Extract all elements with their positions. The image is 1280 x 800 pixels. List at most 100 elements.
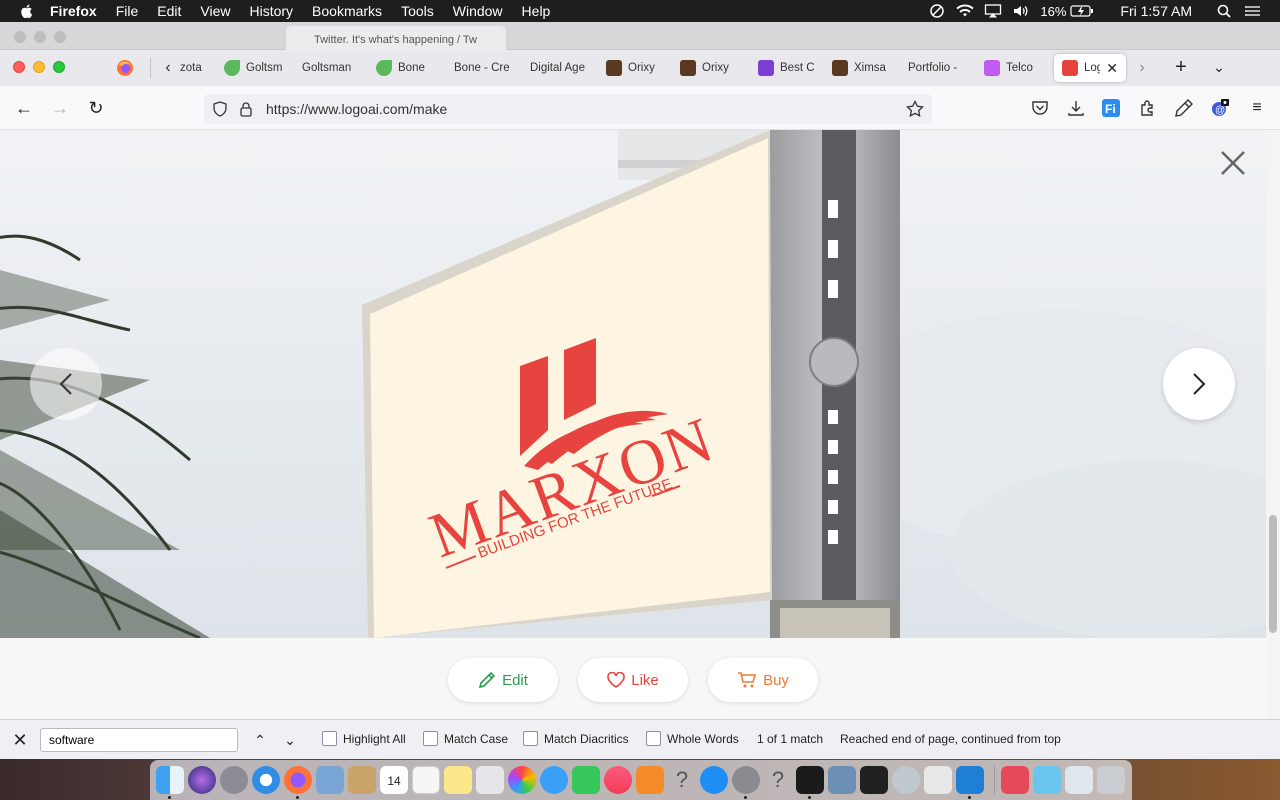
tab-8[interactable]: Best C	[758, 54, 820, 82]
close-viewer-icon[interactable]	[1218, 148, 1248, 178]
scrollbar-thumb[interactable]	[1269, 515, 1277, 633]
siri-icon[interactable]	[188, 766, 216, 794]
tab-active[interactable]: Log ✕	[1054, 54, 1126, 82]
highlight-all-checkbox[interactable]: Highlight All	[322, 731, 406, 746]
reload-icon[interactable]: ↻	[84, 96, 108, 120]
volume-icon[interactable]	[1012, 4, 1030, 18]
disk-utility-icon[interactable]	[892, 766, 920, 794]
tab-3[interactable]: Bone	[376, 54, 440, 82]
vscode-icon[interactable]	[956, 766, 984, 799]
unknown-app-question-icon[interactable]: ?	[668, 766, 696, 794]
photos-icon[interactable]	[508, 766, 536, 794]
preview-icon[interactable]	[316, 766, 344, 794]
menu-clock[interactable]: Fri 1:57 AM	[1120, 3, 1192, 19]
previous-slide-button[interactable]	[30, 348, 102, 420]
tab-9[interactable]: Ximsa	[832, 54, 892, 82]
bookmark-star-icon[interactable]	[906, 100, 924, 118]
lock-icon[interactable]	[238, 101, 254, 117]
tab-0[interactable]: zota	[180, 54, 204, 82]
notes-icon[interactable]	[444, 766, 472, 794]
trash-icon[interactable]	[1097, 766, 1125, 794]
eyedropper-icon[interactable]	[1174, 98, 1194, 118]
menu-file[interactable]: File	[116, 3, 139, 19]
account-extension-icon[interactable]: @	[1210, 98, 1230, 118]
app-store-icon[interactable]	[700, 766, 728, 794]
find-input[interactable]	[40, 728, 238, 752]
like-button[interactable]: Like	[578, 658, 688, 702]
forward-arrow-icon[interactable]: →	[48, 96, 72, 120]
match-case-checkbox[interactable]: Match Case	[423, 731, 508, 746]
downloads-icon[interactable]	[1066, 98, 1086, 118]
menu-help[interactable]: Help	[522, 3, 551, 19]
tab-1[interactable]: Goltsm	[224, 54, 286, 82]
extensions-puzzle-icon[interactable]	[1138, 98, 1158, 118]
tab-5[interactable]: Digital Age	[530, 54, 602, 82]
close-window-button[interactable]	[13, 61, 25, 73]
page-scrollbar[interactable]	[1266, 130, 1280, 719]
menu-view[interactable]: View	[200, 3, 230, 19]
control-center-icon[interactable]	[1244, 4, 1262, 18]
minimize-window-button[interactable]	[33, 61, 45, 73]
background-window-tab[interactable]: Twitter. It's what's happening / Tw	[286, 26, 506, 50]
wifi-icon[interactable]	[956, 4, 974, 18]
hamburger-menu-icon[interactable]: ≡	[1245, 96, 1269, 120]
tab-2[interactable]: Goltsman	[302, 54, 372, 82]
back-arrow-icon[interactable]: ←	[12, 96, 36, 120]
buy-button[interactable]: Buy	[708, 658, 818, 702]
menu-history[interactable]: History	[249, 3, 293, 19]
books-icon[interactable]	[636, 766, 664, 794]
apple-menu-icon[interactable]	[18, 2, 36, 20]
tab-11[interactable]: Telco	[984, 54, 1044, 82]
launchpad-icon[interactable]	[220, 766, 248, 794]
new-tab-icon[interactable]: +	[1170, 56, 1192, 78]
url-bar[interactable]: https://www.logoai.com/make	[204, 94, 932, 124]
music-icon[interactable]	[604, 766, 632, 794]
firefox-view-icon[interactable]	[116, 59, 134, 77]
firefox-dock-icon[interactable]	[284, 766, 312, 799]
match-diacritics-checkbox[interactable]: Match Diacritics	[523, 731, 629, 746]
tab-4[interactable]: Bone - Cre	[454, 54, 524, 82]
pocket-icon[interactable]	[1030, 98, 1050, 118]
spotlight-search-icon[interactable]	[1216, 4, 1234, 18]
calendar-icon[interactable]: 14	[380, 766, 408, 794]
tab-6[interactable]: Orixy	[606, 54, 666, 82]
finder-icon[interactable]	[156, 766, 184, 799]
tab-scroll-right-icon[interactable]: ›	[1134, 58, 1150, 78]
photo-booth-icon[interactable]	[476, 766, 504, 794]
tab-7[interactable]: Orixy	[680, 54, 740, 82]
extension-fi-icon[interactable]: Fi	[1101, 98, 1121, 118]
safari-icon[interactable]	[252, 766, 280, 794]
tab-scroll-left-icon[interactable]: ‹	[160, 58, 176, 78]
find-previous-chevron-up-icon[interactable]: ⌃	[250, 730, 270, 750]
database-app-icon[interactable]	[1001, 766, 1029, 794]
unknown-app-question-icon-2[interactable]: ?	[764, 766, 792, 794]
tracking-protection-shield-icon[interactable]	[212, 101, 228, 117]
menu-bookmarks[interactable]: Bookmarks	[312, 3, 382, 19]
messages-icon[interactable]	[540, 766, 568, 794]
documents-stack-icon[interactable]	[1065, 766, 1093, 794]
close-findbar-icon[interactable]: ✕	[10, 730, 30, 750]
menu-edit[interactable]: Edit	[157, 3, 181, 19]
terminal-icon[interactable]	[796, 766, 824, 799]
url-text[interactable]: https://www.logoai.com/make	[266, 101, 447, 117]
downloads-folder-icon[interactable]	[1033, 766, 1061, 794]
contacts-icon[interactable]	[348, 766, 376, 794]
battery-icon[interactable]	[1070, 4, 1094, 18]
next-slide-button[interactable]	[1163, 348, 1235, 420]
tab-10[interactable]: Portfolio -	[908, 54, 974, 82]
find-next-chevron-down-icon[interactable]: ⌄	[280, 730, 300, 750]
menu-tools[interactable]: Tools	[401, 3, 434, 19]
airplay-icon[interactable]	[984, 4, 1002, 18]
facetime-icon[interactable]	[572, 766, 600, 794]
activity-monitor-icon[interactable]	[860, 766, 888, 794]
reminders-icon[interactable]	[412, 766, 440, 794]
menu-window[interactable]: Window	[453, 3, 503, 19]
close-tab-icon[interactable]: ✕	[1106, 60, 1118, 77]
list-all-tabs-icon[interactable]: ⌄	[1208, 56, 1230, 78]
menu-app-name[interactable]: Firefox	[50, 3, 97, 19]
textedit-icon[interactable]	[924, 766, 952, 794]
whole-words-checkbox[interactable]: Whole Words	[646, 731, 739, 746]
screenshot-icon[interactable]	[828, 766, 856, 794]
system-preferences-icon[interactable]	[732, 766, 760, 799]
zoom-window-button[interactable]	[53, 61, 65, 73]
